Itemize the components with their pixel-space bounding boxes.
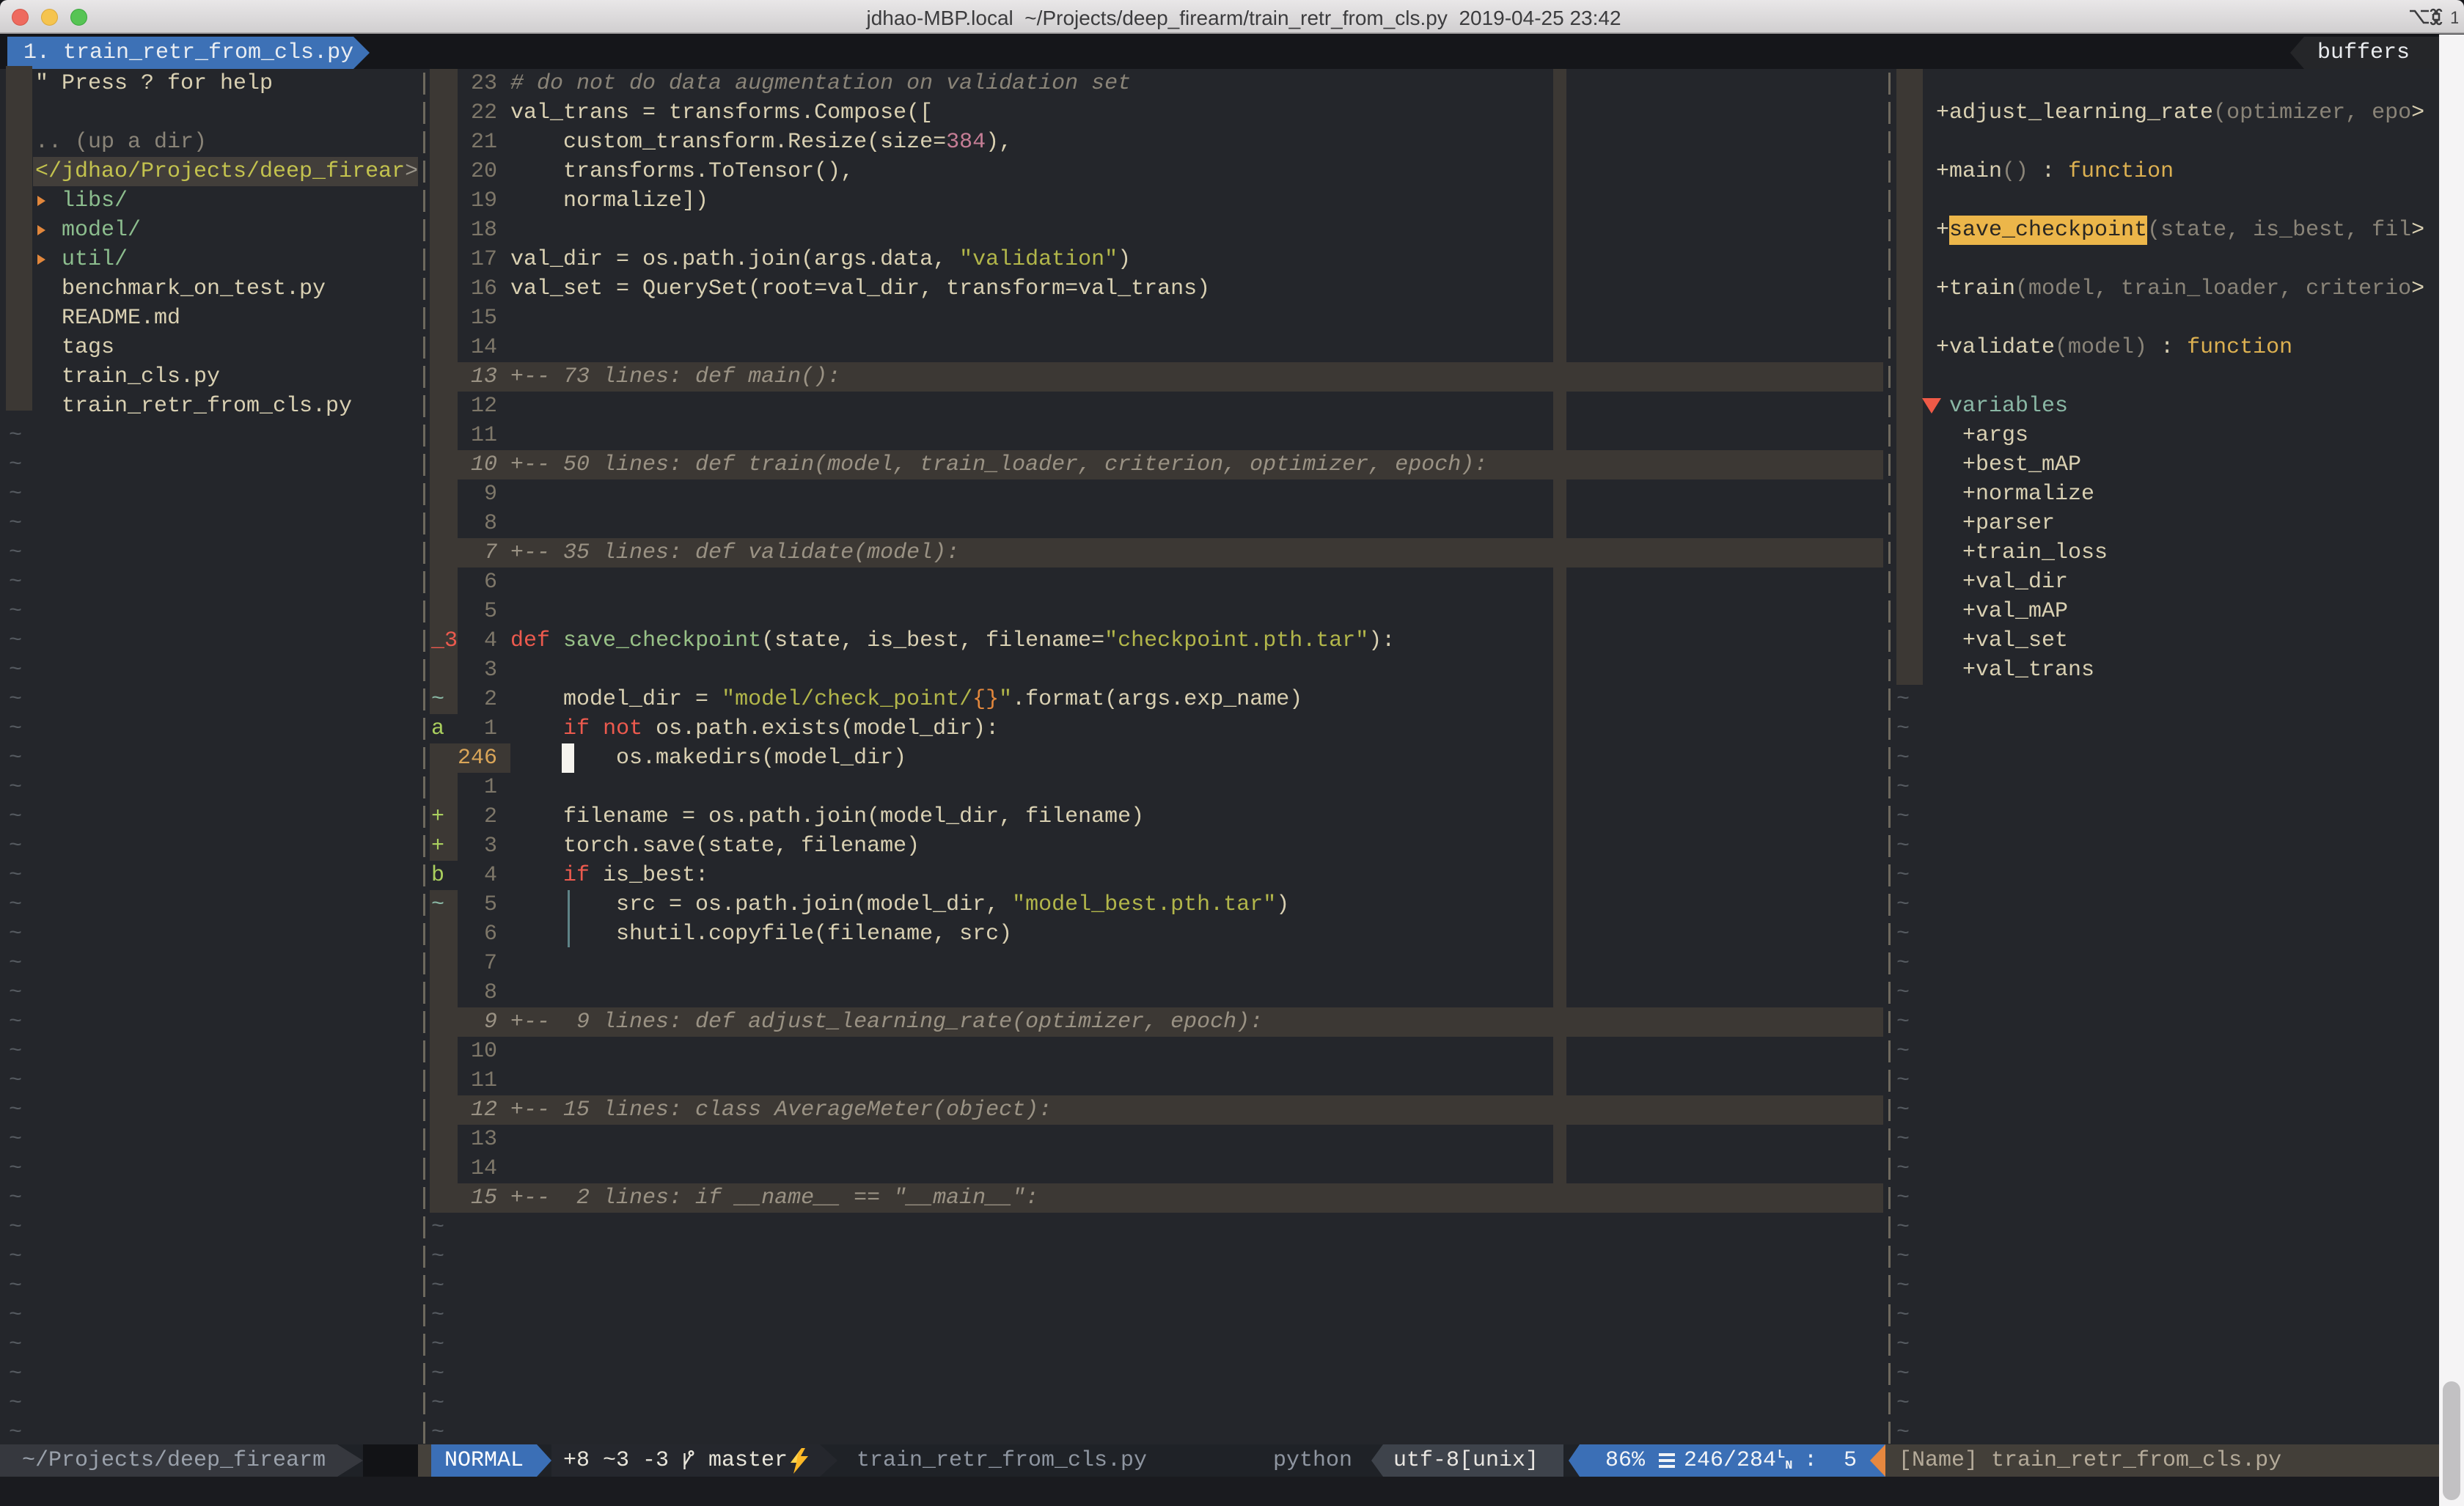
svg-text:1: 1 bbox=[2450, 8, 2458, 27]
